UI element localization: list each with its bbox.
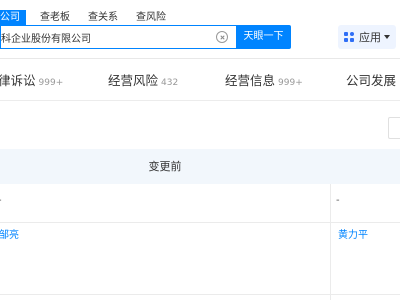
- apps-menu-button[interactable]: 应用: [338, 25, 396, 49]
- tab-business-info[interactable]: 经营信息 999+: [225, 70, 303, 89]
- tab-count: 999+: [278, 78, 303, 88]
- person-link-after[interactable]: 黄力平: [338, 226, 368, 241]
- table-row: - -: [0, 184, 400, 223]
- tab-company-development[interactable]: 公司发展: [346, 70, 399, 89]
- category-tabs: 律诉讼 999+ 经营风险 432 经营信息 999+ 公司发展: [0, 62, 400, 96]
- search-box: [0, 25, 236, 49]
- column-divider: [330, 295, 331, 300]
- search-tab-boss[interactable]: 查老板: [36, 10, 74, 25]
- pagination-control[interactable]: [388, 117, 400, 139]
- tab-label: 经营风险: [108, 73, 159, 88]
- tabs-divider: [0, 100, 400, 101]
- tab-label: 律诉讼: [0, 73, 36, 88]
- page: 公司 查老板 查关系 查风险 天眼一下 应用 律诉讼999+ 经营风险432 经…: [0, 0, 400, 300]
- table-header: 变更前: [0, 149, 400, 184]
- cell-before: -: [0, 195, 2, 206]
- cell-after: -: [336, 195, 340, 206]
- tab-label: 公司发展: [346, 73, 397, 88]
- search-button[interactable]: 天眼一下: [236, 25, 291, 49]
- search-tab-risk[interactable]: 查风险: [132, 10, 170, 25]
- tab-litigation[interactable]: 律诉讼 999+: [0, 70, 63, 89]
- apps-label: 应用: [359, 31, 381, 44]
- tab-business-risk[interactable]: 经营风险 432: [108, 70, 178, 89]
- search-input[interactable]: [1, 26, 207, 48]
- apps-grid-icon: [344, 32, 354, 42]
- search-tab-company[interactable]: 公司: [0, 10, 26, 25]
- clear-search-icon[interactable]: [216, 31, 228, 43]
- person-link-before[interactable]: 邹亮: [0, 226, 19, 241]
- tab-label: 经营信息: [225, 73, 276, 88]
- chevron-down-icon: [384, 35, 390, 39]
- tab-count: 999+: [38, 78, 64, 88]
- tab-count: 432: [161, 78, 179, 88]
- search-type-tabs: 公司 查老板 查关系 查风险: [0, 10, 180, 26]
- column-header-before: 变更前: [148, 160, 182, 173]
- column-divider: [330, 184, 331, 222]
- column-divider: [330, 223, 331, 294]
- table-row: 邹亮 黄力平: [0, 223, 400, 295]
- top-search-header: 公司 查老板 查关系 查风险 天眼一下 应用: [0, 0, 400, 58]
- search-tab-relation[interactable]: 查关系: [84, 10, 122, 25]
- header-divider: [0, 58, 400, 59]
